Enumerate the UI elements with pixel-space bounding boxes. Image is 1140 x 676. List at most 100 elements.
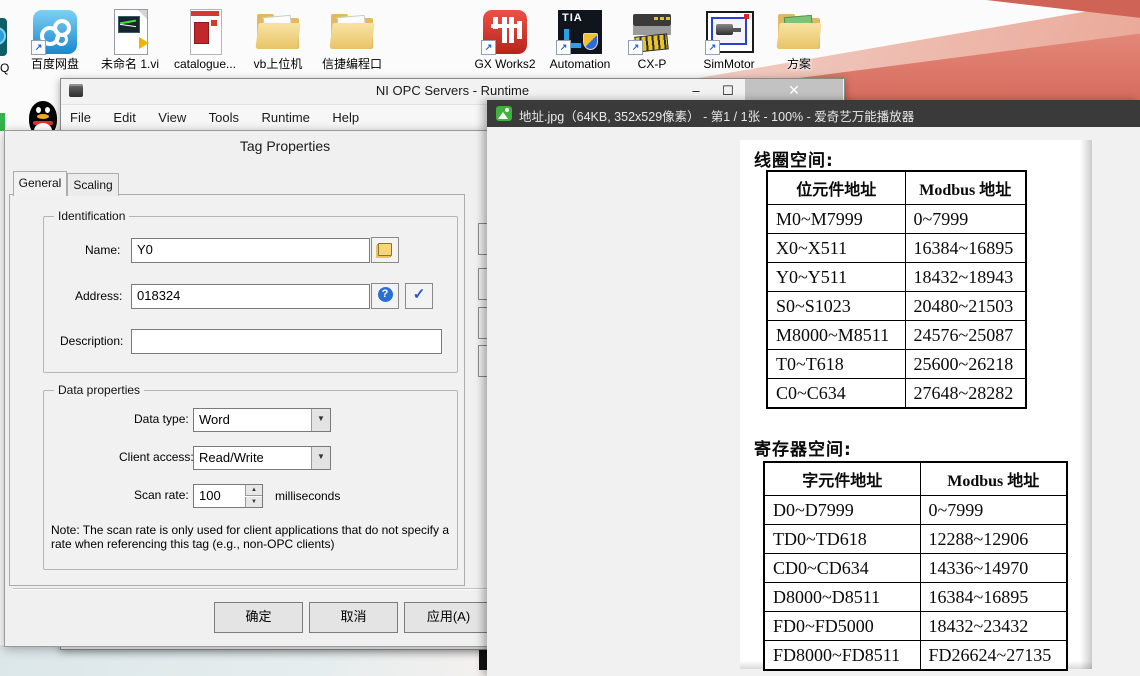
table-cell: FD0~FD5000 — [764, 612, 920, 641]
tags-stack-icon — [378, 243, 392, 256]
tab-general[interactable]: General — [13, 171, 67, 196]
table-cell: FD8000~FD8511 — [764, 641, 920, 671]
address-check-button[interactable]: ✓ — [405, 283, 433, 309]
table-row: D0~D79990~7999 — [764, 496, 1067, 525]
table-cell: 27648~28282 — [905, 379, 1026, 409]
table-cell: D8000~D8511 — [764, 583, 920, 612]
desktop-icon-xinje-folder[interactable]: 信捷编程口 — [316, 9, 388, 73]
table-cell: X0~X511 — [767, 234, 905, 263]
table-row: FD0~FD500018432~23432 — [764, 612, 1067, 641]
group-label: Data properties — [54, 383, 144, 397]
group-label: Identification — [54, 209, 129, 223]
partial-icon-glyph — [0, 27, 6, 45]
client-access-select[interactable]: Read/Write ▼ — [193, 446, 331, 470]
chevron-down-icon[interactable]: ▼ — [311, 447, 330, 469]
viewer-title: 地址.jpg（64KB, 352x529像素） - 第1 / 1张 - 100%… — [519, 106, 914, 125]
apply-button[interactable]: 应用(A) — [404, 602, 493, 633]
desktop-icon-fangan-folder[interactable]: 方案 — [763, 9, 835, 73]
icon-label: CX-P — [638, 58, 667, 71]
column-header: 字元件地址 — [764, 462, 920, 496]
spin-down-icon[interactable]: ▼ — [245, 497, 262, 507]
menu-view[interactable]: View — [149, 105, 195, 125]
table-cell: 16384~16895 — [905, 234, 1026, 263]
partial-desktop-icon[interactable] — [0, 18, 7, 56]
address-hints-button[interactable]: ? — [371, 283, 399, 309]
viewer-titlebar[interactable]: 地址.jpg（64KB, 352x529像素） - 第1 / 1张 - 100%… — [487, 100, 1140, 127]
desktop-icon-gx-works2[interactable]: ↗ GX Works2 — [469, 9, 541, 73]
dialog-title: Tag Properties — [5, 131, 565, 159]
table-cell: 14336~14970 — [920, 554, 1067, 583]
name-input[interactable]: Y0 — [131, 238, 370, 263]
table-cell: 20480~21503 — [905, 292, 1026, 321]
cancel-button[interactable]: 取消 — [309, 602, 398, 633]
table-cell: M0~M7999 — [767, 205, 905, 234]
table-cell: 25600~26218 — [905, 350, 1026, 379]
table-row: M0~M79990~7999 — [767, 205, 1026, 234]
data-type-label: Data type: — [134, 412, 189, 426]
menu-help[interactable]: Help — [323, 105, 368, 125]
catalogue-doc-icon — [181, 9, 229, 55]
table-cell: 24576~25087 — [905, 321, 1026, 350]
icon-label: 方案 — [787, 58, 811, 71]
table-cell: CD0~CD634 — [764, 554, 920, 583]
description-label: Description: — [60, 334, 123, 348]
description-input[interactable] — [131, 329, 442, 354]
table-cell: TD0~TD618 — [764, 525, 920, 554]
icon-label: Automation — [550, 58, 611, 71]
shortcut-arrow-icon: ↗ — [556, 40, 571, 55]
desktop-icon-tia-automation[interactable]: TIA ↗ Automation — [544, 9, 616, 73]
desktop-icon-labview-vi[interactable]: 未命名 1.vi — [94, 9, 166, 73]
icon-label: 未命名 1.vi — [101, 58, 159, 71]
table-cell: FD26624~27135 — [920, 641, 1067, 671]
scan-rate-label: Scan rate: — [134, 488, 189, 502]
labview-vi-icon — [106, 9, 154, 55]
spin-up-icon[interactable]: ▲ — [245, 485, 262, 496]
divider — [13, 588, 557, 590]
tab-scaling[interactable]: Scaling — [67, 173, 119, 196]
address-label: Address: — [75, 289, 122, 303]
desktop-icon-simmotor[interactable]: ↗ SimMotor — [693, 9, 765, 73]
table-row: T0~T61825600~26218 — [767, 350, 1026, 379]
menu-file[interactable]: File — [61, 105, 100, 125]
chevron-down-icon[interactable]: ▼ — [311, 409, 330, 431]
multi-tag-button[interactable] — [371, 237, 399, 263]
desktop-icon-vb-folder[interactable]: vb上位机 — [242, 9, 314, 73]
scan-rate-unit: milliseconds — [275, 489, 340, 503]
table-row: D8000~D851116384~16895 — [764, 583, 1067, 612]
desktop-icon-cx-p[interactable]: ↗ CX-P — [616, 9, 688, 73]
desktop-icon-catalogue[interactable]: catalogue... — [169, 9, 241, 73]
table-cell: 16384~16895 — [920, 583, 1067, 612]
scan-rate-stepper[interactable]: 100 ▲ ▼ — [193, 484, 263, 508]
shortcut-arrow-icon: ↗ — [31, 40, 46, 55]
table-cell: 0~7999 — [920, 496, 1067, 525]
name-label: Name: — [85, 243, 120, 257]
data-type-select[interactable]: Word ▼ — [193, 408, 331, 432]
desktop-icon-baidu-netdisk[interactable]: ↗ 百度网盘 — [19, 9, 91, 73]
icon-label: catalogue... — [174, 58, 236, 71]
tia-portal-icon: TIA ↗ — [556, 9, 604, 55]
table-row: TD0~TD61812288~12906 — [764, 525, 1067, 554]
menu-runtime[interactable]: Runtime — [252, 105, 318, 125]
icon-label: GX Works2 — [474, 58, 535, 71]
table-row: S0~S102320480~21503 — [767, 292, 1026, 321]
icon-label: SimMotor — [703, 58, 754, 71]
table-cell: 18432~18943 — [905, 263, 1026, 292]
table-row: CD0~CD63414336~14970 — [764, 554, 1067, 583]
baidu-netdisk-icon: ↗ — [31, 9, 79, 55]
header-row: 字元件地址Modbus 地址 — [764, 462, 1067, 496]
menu-tools[interactable]: Tools — [200, 105, 248, 125]
checkmark-icon: ✓ — [413, 286, 426, 303]
column-header: 位元件地址 — [767, 171, 905, 205]
address-input[interactable]: 018324 — [131, 284, 370, 309]
menu-edit[interactable]: Edit — [104, 105, 144, 125]
table-row: Y0~Y51118432~18943 — [767, 263, 1026, 292]
table-cell: M8000~M8511 — [767, 321, 905, 350]
gx-works2-icon: ↗ — [481, 9, 529, 55]
icon-label: 信捷编程口 — [322, 58, 382, 71]
image-viewer-window: 地址.jpg（64KB, 352x529像素） - 第1 / 1张 - 100%… — [487, 100, 1140, 676]
folder-green-doc-icon — [775, 9, 823, 55]
table-cell: 12288~12906 — [920, 525, 1067, 554]
table-cell: D0~D7999 — [764, 496, 920, 525]
column-header: Modbus 地址 — [920, 462, 1067, 496]
ok-button[interactable]: 确定 — [214, 602, 303, 633]
